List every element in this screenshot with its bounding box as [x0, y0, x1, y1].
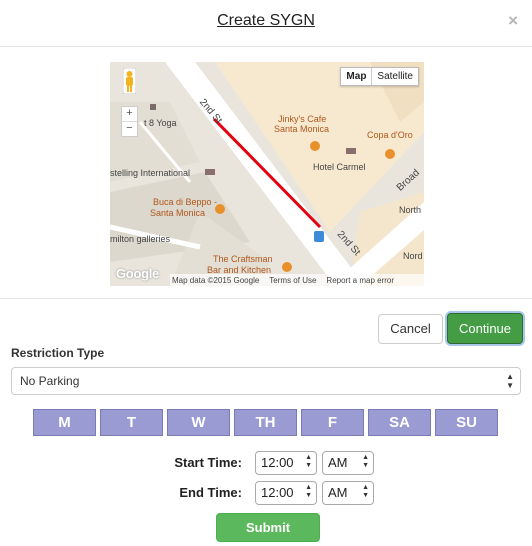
google-logo: Google [116, 266, 159, 281]
restriction-type-label: Restriction Type [11, 346, 105, 360]
map-type-map[interactable]: Map [341, 68, 373, 85]
day-button-tuesday[interactable]: T [100, 409, 163, 436]
restriction-type-value: No Parking [20, 374, 80, 388]
dialog-title: Create SYGN [217, 12, 315, 29]
day-selector: M T W TH F SA SU [33, 409, 498, 436]
day-button-friday[interactable]: F [301, 409, 364, 436]
select-arrows-icon: ▲ ▼ [305, 454, 312, 469]
zoom-out-button[interactable]: − [122, 121, 137, 136]
close-icon[interactable]: × [508, 11, 518, 31]
map-label: stelling International [110, 168, 191, 178]
day-button-thursday[interactable]: TH [234, 409, 297, 436]
end-time-label: End Time: [179, 485, 242, 500]
divider [0, 298, 532, 299]
map-view[interactable]: + − Map Satellite t 8 Yoga stelling Inte… [110, 62, 424, 286]
map-label: Nord [403, 251, 423, 261]
start-time-label: Start Time: [174, 455, 242, 470]
start-time-value: 12:00 [261, 455, 294, 470]
end-ampm-select[interactable]: AM ▲ ▼ [322, 481, 374, 505]
restriction-type-select[interactable]: No Parking ▲ ▼ [11, 367, 521, 395]
day-button-monday[interactable]: M [33, 409, 96, 436]
submit-button[interactable]: Submit [216, 513, 320, 542]
day-button-saturday[interactable]: SA [368, 409, 431, 436]
map-label: Copa d'Oro [367, 130, 413, 140]
cancel-button[interactable]: Cancel [378, 314, 443, 344]
map-label: The Craftsman [213, 254, 273, 264]
select-arrows-icon: ▲ ▼ [305, 484, 312, 499]
zoom-in-button[interactable]: + [122, 107, 137, 121]
day-button-wednesday[interactable]: W [167, 409, 230, 436]
map-type-satellite[interactable]: Satellite [372, 68, 418, 85]
map-label: Santa Monica [150, 208, 206, 218]
map-label: Buca di Beppo - [153, 197, 218, 207]
end-time-select[interactable]: 12:00 ▲ ▼ [255, 481, 317, 505]
start-time-select[interactable]: 12:00 ▲ ▼ [255, 451, 317, 475]
select-arrows-icon: ▲ ▼ [362, 484, 369, 499]
map-label: t 8 Yoga [144, 118, 177, 128]
terms-link[interactable]: Terms of Use [269, 276, 316, 285]
map-footer: Map data ©2015 Google Terms of Use Repor… [170, 274, 424, 286]
map-label: Santa Monica [274, 124, 330, 134]
continue-button[interactable]: Continue [447, 313, 523, 344]
map-type-control[interactable]: Map Satellite [340, 67, 419, 86]
map-label: Hotel Carmel [313, 162, 366, 172]
zoom-control[interactable]: + − [121, 106, 138, 137]
end-ampm-value: AM [328, 485, 348, 500]
start-ampm-select[interactable]: AM ▲ ▼ [322, 451, 374, 475]
map-label: milton galleries [110, 234, 171, 244]
select-arrows-icon: ▲ ▼ [362, 454, 369, 469]
day-button-sunday[interactable]: SU [435, 409, 498, 436]
map-label: North [399, 205, 422, 215]
select-arrows-icon: ▲ ▼ [506, 372, 514, 390]
map-label: Jinky's Cafe [278, 114, 327, 124]
report-error-link[interactable]: Report a map error [326, 276, 394, 285]
start-ampm-value: AM [328, 455, 348, 470]
end-time-value: 12:00 [261, 485, 294, 500]
map-data-text: Map data ©2015 Google [172, 275, 260, 285]
dialog-header: Create SYGN × [0, 0, 532, 47]
